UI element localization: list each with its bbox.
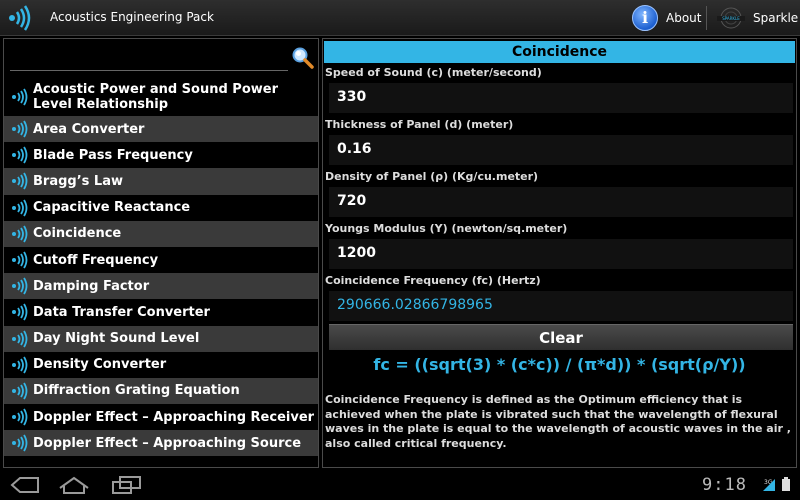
sound-wave-icon	[10, 225, 30, 243]
speed-of-sound-label: Speed of Sound (c) (meter/second)	[325, 66, 542, 79]
list-item[interactable]: Coincidence	[4, 220, 318, 247]
list-item[interactable]: Cutoff Frequency	[4, 246, 318, 274]
list-item-label: Capacitive Reactance	[33, 200, 191, 216]
list-item-label: Acoustic Power and Sound Power Level Rel…	[33, 81, 279, 112]
sound-wave-icon	[10, 88, 30, 106]
youngs-modulus-field-box	[329, 239, 793, 269]
sound-wave-icon	[10, 172, 30, 190]
clock: 9:18	[702, 475, 747, 495]
list-item-label: Diffraction Grating Equation	[33, 383, 240, 399]
info-icon: i	[632, 5, 658, 31]
list-item-label: Cutoff Frequency	[33, 252, 159, 268]
list-item-label: Damping Factor	[33, 278, 150, 294]
app-sound-wave-icon[interactable]	[6, 3, 36, 33]
search-row	[4, 39, 318, 75]
search-icon[interactable]	[290, 45, 314, 69]
description: Coincidence Frequency is defined as the …	[325, 393, 791, 450]
app-title: Acoustics Engineering Pack	[50, 10, 214, 24]
sparkle-button[interactable]: SPARKLE Sparkle	[712, 3, 798, 33]
list-item-label: Area Converter	[33, 121, 145, 137]
battery-icon	[782, 477, 790, 491]
list-item[interactable]: Doppler Effect – Approaching Source	[4, 430, 318, 457]
list-item-label: Day Night Sound Level	[33, 331, 200, 347]
sound-wave-icon	[10, 199, 30, 217]
sound-wave-icon	[10, 330, 30, 348]
action-bar-divider	[706, 6, 707, 30]
youngs-modulus-label: Youngs Modulus (Y) (newton/sq.meter)	[325, 222, 568, 235]
list-item-label: Bragg’s Law	[33, 173, 123, 189]
panel-thickness-field-box	[329, 135, 793, 165]
system-navigation-bar: 9:18 3G	[0, 470, 800, 500]
home-icon[interactable]	[57, 476, 91, 494]
list-item[interactable]: Acoustic Power and Sound Power Level Rel…	[4, 77, 318, 116]
panel-thickness-input[interactable]	[337, 141, 777, 157]
speed-of-sound-input[interactable]	[337, 89, 777, 105]
list-item[interactable]: Area Converter	[4, 116, 318, 143]
list-item-label: Density Converter	[33, 357, 167, 373]
topic-list: Acoustic Power and Sound Power Level Rel…	[4, 77, 318, 457]
sound-wave-icon	[10, 277, 30, 295]
action-bar: Acoustics Engineering Pack i About SPARK…	[0, 0, 800, 36]
list-item-label: Coincidence	[33, 226, 122, 242]
sound-wave-icon	[10, 146, 30, 164]
sparkle-logo-icon: SPARKLE	[717, 7, 745, 29]
signal-icon	[763, 479, 775, 491]
about-button[interactable]: i About	[630, 3, 702, 33]
sound-wave-icon	[10, 356, 30, 374]
list-item-label: Doppler Effect – Approaching Receiver	[33, 409, 315, 425]
coincidence-frequency-result-box: 290666.02866798965	[329, 291, 793, 321]
sparkle-label: Sparkle	[753, 11, 799, 25]
speed-of-sound-field-box	[329, 83, 793, 113]
sound-wave-icon	[10, 303, 30, 321]
sound-wave-icon	[10, 382, 30, 400]
topic-list-panel: Acoustic Power and Sound Power Level Rel…	[3, 38, 319, 468]
sound-wave-icon	[10, 408, 30, 426]
list-item[interactable]: Diffraction Grating Equation	[4, 377, 318, 405]
back-icon[interactable]	[8, 476, 42, 494]
list-item[interactable]: Density Converter	[4, 351, 318, 378]
about-label: About	[666, 11, 702, 25]
search-input[interactable]	[10, 45, 288, 71]
panel-density-input[interactable]	[337, 193, 777, 209]
list-item[interactable]: Day Night Sound Level	[4, 325, 318, 352]
youngs-modulus-input[interactable]	[337, 245, 777, 261]
panel-density-label: Density of Panel (ρ) (Kg/cu.meter)	[325, 170, 539, 183]
coincidence-frequency-result: 290666.02866798965	[337, 297, 493, 313]
svg-text:SPARKLE: SPARKLE	[722, 16, 740, 21]
list-item[interactable]: Blade Pass Frequency	[4, 142, 318, 169]
list-item[interactable]: Doppler Effect – Approaching Receiver	[4, 404, 318, 431]
sound-wave-icon	[10, 251, 30, 269]
formula: fc = ((sqrt(3) * (c*c)) / (π*d)) * (sqrt…	[373, 355, 746, 374]
clear-button[interactable]: Clear	[329, 324, 793, 350]
calculator-title: Coincidence	[324, 41, 795, 63]
list-item-label: Blade Pass Frequency	[33, 147, 193, 163]
sound-wave-icon	[10, 120, 30, 138]
list-item[interactable]: Bragg’s Law	[4, 168, 318, 195]
list-item[interactable]: Capacitive Reactance	[4, 194, 318, 221]
coincidence-frequency-label: Coincidence Frequency (fc) (Hertz)	[325, 274, 541, 287]
panel-thickness-label: Thickness of Panel (d) (meter)	[325, 118, 514, 131]
calculator-panel: Coincidence Speed of Sound (c) (meter/se…	[322, 38, 797, 468]
list-item[interactable]: Data Transfer Converter	[4, 299, 318, 326]
list-item-label: Data Transfer Converter	[33, 304, 210, 320]
panel-density-field-box	[329, 187, 793, 217]
sound-wave-icon	[10, 434, 30, 452]
list-item[interactable]: Damping Factor	[4, 273, 318, 300]
list-item-label: Doppler Effect – Approaching Source	[33, 435, 302, 451]
recent-apps-icon[interactable]	[110, 476, 144, 494]
